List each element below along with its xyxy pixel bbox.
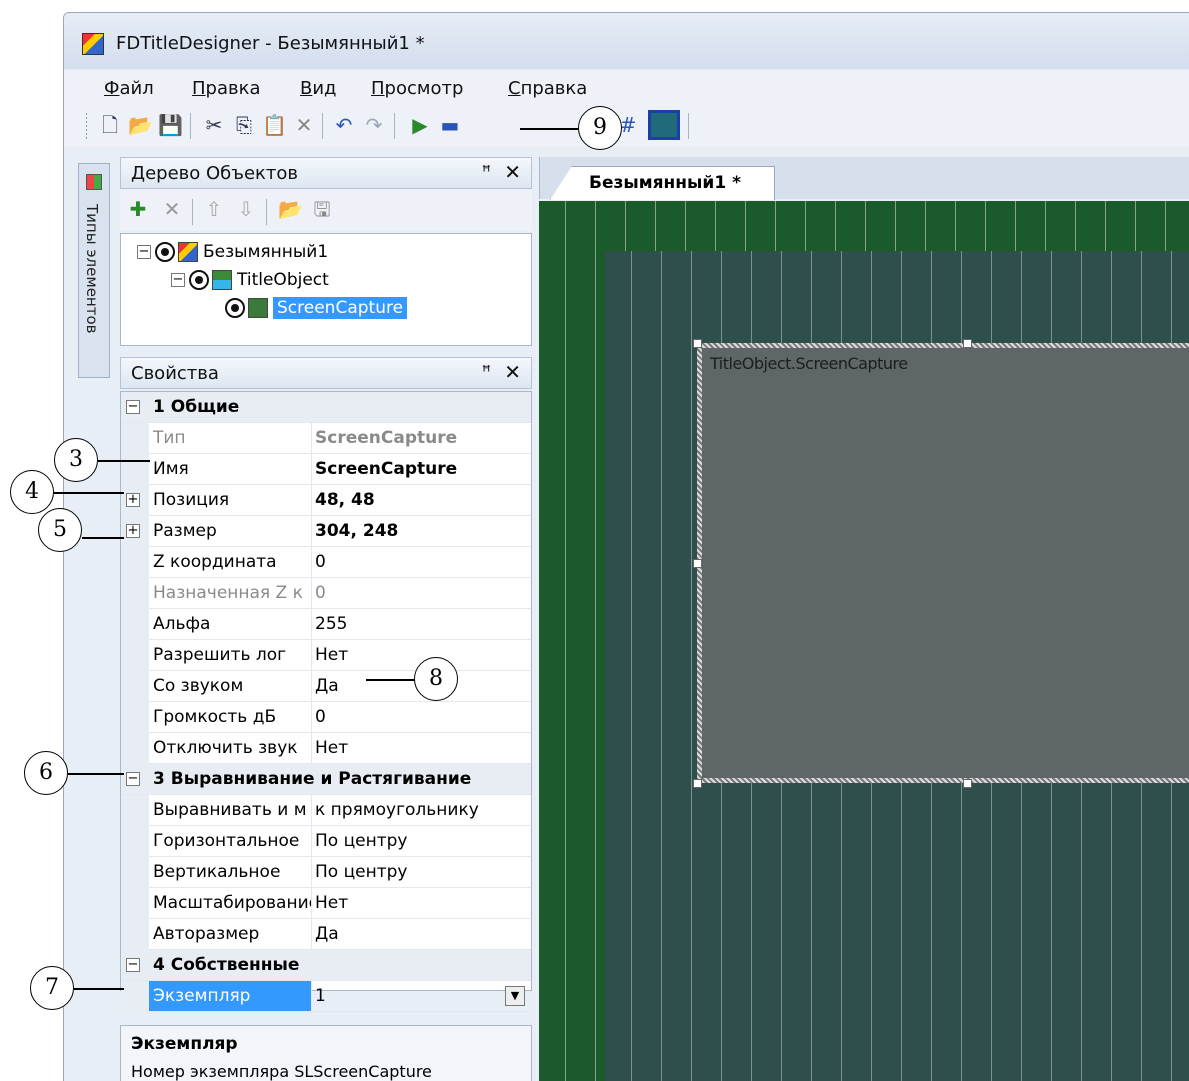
prop-type[interactable]: Тип ScreenCapture [121, 423, 531, 454]
object-label: TitleObject.ScreenCapture [710, 354, 908, 373]
object-tree-header: Дерево Объектов ꟸ ✕ [120, 157, 532, 189]
project-icon [178, 242, 198, 262]
menu-preview[interactable]: Просмотр [371, 78, 463, 99]
callout-5: 5 [38, 508, 82, 552]
description-text: Номер экземпляра SLScreenCapture [131, 1062, 432, 1081]
element-types-label: Типы элементов [83, 204, 101, 334]
category-align[interactable]: −3 Выравнивание и Растягивание [121, 764, 531, 795]
document-tabs: Безымянный1 * [539, 157, 1189, 200]
callout-3: 3 [54, 438, 98, 482]
tab-document[interactable]: Безымянный1 * [550, 166, 775, 200]
callout-7: 7 [30, 966, 74, 1010]
title-object-area[interactable]: TitleObject.ScreenCapture [605, 251, 1189, 1081]
title-object-icon [212, 270, 232, 290]
category-own[interactable]: −4 Собственные [121, 950, 531, 981]
resize-handle[interactable] [693, 339, 702, 348]
instance-dropdown-icon[interactable]: ▼ [505, 986, 525, 1006]
prop-z[interactable]: Z координата 0 [121, 547, 531, 578]
paste-icon[interactable]: 📋 [262, 113, 287, 137]
tree-node-titleobject[interactable]: − TitleObject [171, 268, 329, 292]
stop-icon[interactable]: ▬ [438, 113, 462, 137]
property-grid: −1 Общие Тип ScreenCapture Имя ScreenCaptu… [120, 391, 532, 1012]
close-icon[interactable]: ✕ [504, 360, 521, 384]
add-object-icon[interactable]: ✚ [126, 197, 150, 221]
prop-instance[interactable]: Экземпляр 1 ▼ [121, 981, 531, 1012]
copy-icon[interactable]: ⎘ [232, 113, 256, 137]
prop-autosize[interactable]: Авторазмер Да [121, 919, 531, 950]
redo-icon[interactable]: ↷ [362, 113, 386, 137]
close-icon[interactable]: ✕ [504, 160, 521, 184]
description-title: Экземпляр [131, 1034, 238, 1054]
pin-icon[interactable]: ꟸ [482, 362, 491, 381]
open-folder-icon[interactable]: 📂 [128, 113, 153, 137]
tree-node-screencapture[interactable]: ScreenCapture [225, 296, 408, 320]
object-tree-toolbar: ✚ ✕ ⇧ ⇩ 📂 🖫 [120, 189, 532, 231]
app-window: FDTitleDesigner - Безымянный1 * Файл Пра… [63, 12, 1189, 1081]
screen-capture-object[interactable]: TitleObject.ScreenCapture [697, 343, 1189, 783]
window-title: FDTitleDesigner - Безымянный1 * [116, 33, 425, 54]
element-types-tab[interactable]: Типы элементов [78, 163, 110, 378]
tree-node-root[interactable]: − Безымянный1 [137, 240, 328, 264]
toolbar: 🗋 📂 💾 ✂ ⎘ 📋 ✕ ↶ ↷ ▶ ▬ # [64, 105, 1189, 147]
save-icon[interactable]: 💾 [158, 113, 183, 137]
open-object-icon[interactable]: 📂 [278, 197, 303, 221]
resize-handle[interactable] [693, 779, 702, 788]
prop-assigned-z[interactable]: Назначенная Z к0 [121, 578, 531, 609]
title-bar: FDTitleDesigner - Безымянный1 * [64, 13, 1189, 69]
prop-horizontal[interactable]: Горизонтальное По центру [121, 826, 531, 857]
app-icon [82, 33, 104, 55]
prop-sound[interactable]: Со звуком Да [121, 671, 531, 702]
menu-bar: Файл Правка Вид Просмотр Справка [64, 71, 1189, 105]
play-icon[interactable]: ▶ [408, 113, 432, 137]
category-general[interactable]: −1 Общие [121, 392, 531, 423]
move-down-icon[interactable]: ⇩ [234, 197, 258, 221]
prop-mute[interactable]: Отключить звук Нет [121, 733, 531, 764]
prop-allow-log[interactable]: Разрешить лог Нет [121, 640, 531, 671]
save-object-icon[interactable]: 🖫 [310, 197, 334, 221]
color-icon[interactable] [648, 110, 680, 140]
visibility-eye-icon[interactable] [225, 298, 245, 318]
menu-edit[interactable]: Правка [192, 78, 261, 99]
callout-9: 9 [578, 106, 622, 150]
callout-6: 6 [24, 751, 68, 795]
object-tree: − Безымянный1 − TitleObject ScreenCapture [120, 233, 532, 346]
visibility-eye-icon[interactable] [155, 242, 175, 262]
move-up-icon[interactable]: ⇧ [202, 197, 226, 221]
prop-size[interactable]: + Размер 304, 248 [121, 516, 531, 547]
menu-help[interactable]: Справка [508, 78, 587, 99]
prop-vertical[interactable]: Вертикальное По центру [121, 857, 531, 888]
resize-handle[interactable] [693, 559, 702, 568]
properties-header: Свойства ꟸ ✕ [120, 357, 532, 389]
prop-name[interactable]: Имя ScreenCapture [121, 454, 531, 485]
prop-position[interactable]: + Позиция 48, 48 [121, 485, 531, 516]
callout-8: 8 [414, 657, 458, 701]
delete-object-icon[interactable]: ✕ [160, 197, 184, 221]
property-description: Экземпляр Номер экземпляра SLScreenCaptu… [120, 1025, 532, 1081]
resize-handle[interactable] [963, 339, 972, 348]
design-canvas[interactable]: TitleObject.ScreenCapture [539, 201, 1189, 1081]
properties-title: Свойства [131, 363, 219, 384]
object-tree-title: Дерево Объектов [131, 163, 299, 184]
visibility-eye-icon[interactable] [189, 270, 209, 290]
menu-file[interactable]: Файл [104, 78, 154, 99]
pin-icon[interactable]: ꟸ [482, 162, 491, 181]
delete-icon[interactable]: ✕ [292, 113, 316, 137]
prop-align-by[interactable]: Выравнивать и мк прямоугольнику [121, 795, 531, 826]
undo-icon[interactable]: ↶ [332, 113, 356, 137]
new-file-icon[interactable]: 🗋 [98, 113, 122, 137]
resize-handle[interactable] [963, 779, 972, 788]
callout-4: 4 [10, 470, 54, 514]
cut-icon[interactable]: ✂ [202, 113, 226, 137]
element-types-icon [86, 174, 102, 190]
prop-volume[interactable]: Громкость дБ 0 [121, 702, 531, 733]
screen-capture-icon [248, 298, 268, 318]
prop-scaling[interactable]: Масштабирование Нет [121, 888, 531, 919]
menu-view[interactable]: Вид [300, 78, 337, 99]
prop-alpha[interactable]: Альфа 255 [121, 609, 531, 640]
